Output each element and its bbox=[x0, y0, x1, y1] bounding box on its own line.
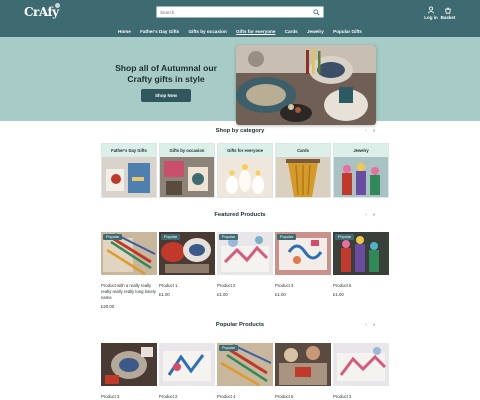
shop-now-button[interactable]: Shop Now bbox=[141, 89, 191, 102]
category-label: Cards bbox=[276, 144, 330, 157]
product-badge: Popular bbox=[161, 234, 181, 240]
nav-jewelry[interactable]: Jewelry bbox=[307, 26, 324, 37]
product-image: Popular bbox=[275, 232, 331, 275]
user-icon bbox=[427, 6, 435, 14]
product-name[interactable]: Product 4 bbox=[217, 394, 273, 400]
product-image bbox=[101, 343, 157, 386]
product-badge: Popular bbox=[335, 234, 355, 240]
prev-arrow-icon[interactable]: ‹ bbox=[362, 128, 370, 134]
nav-popular-gifts[interactable]: Popular Gifts bbox=[333, 26, 362, 37]
category-card-cards[interactable]: Cards bbox=[275, 143, 331, 198]
category-label: Gifts by occasion bbox=[160, 144, 214, 157]
next-arrow-icon[interactable]: › bbox=[370, 212, 378, 218]
product-price: £1.00 bbox=[159, 292, 170, 297]
hero-image bbox=[236, 45, 376, 125]
product-image: Popular bbox=[101, 232, 157, 275]
prev-arrow-icon[interactable]: ‹ bbox=[362, 212, 370, 218]
basket-icon bbox=[445, 7, 451, 14]
category-card-fathers-day[interactable]: Father's Day Gifts bbox=[101, 143, 157, 198]
category-image bbox=[334, 157, 388, 197]
featured-product-card[interactable]: Popular Product 1 £1.00 bbox=[159, 232, 215, 298]
product-image: Popular bbox=[217, 232, 273, 275]
next-arrow-icon[interactable]: › bbox=[370, 128, 378, 134]
category-label: Jewelry bbox=[334, 144, 388, 157]
product-badge: Popular bbox=[219, 234, 239, 240]
featured-product-card[interactable]: Popular Product 2 £1.00 bbox=[217, 232, 273, 298]
product-price: £1.00 bbox=[275, 292, 286, 297]
product-name[interactable]: Product 3 bbox=[101, 394, 157, 400]
nav-home[interactable]: Home bbox=[118, 26, 131, 37]
search-bar bbox=[156, 6, 324, 18]
login-label: Log in bbox=[424, 15, 438, 20]
product-image bbox=[275, 343, 331, 386]
product-image: Popular bbox=[217, 343, 273, 386]
category-carousel-controls: ‹ › bbox=[362, 128, 380, 135]
product-price: £1.00 bbox=[333, 292, 344, 297]
popular-product-card[interactable]: Product 2 bbox=[159, 343, 215, 400]
popular-product-card[interactable]: Popular Product 4 bbox=[217, 343, 273, 400]
category-section-title: Shop by category bbox=[215, 128, 265, 134]
product-name[interactable]: Product with a really really really real… bbox=[101, 283, 157, 301]
product-name[interactable]: Product 3 bbox=[275, 283, 331, 289]
search-icon[interactable] bbox=[313, 9, 320, 16]
product-badge: Popular bbox=[277, 234, 297, 240]
basket-button[interactable]: Basket bbox=[439, 6, 457, 22]
product-name[interactable]: Product 2 bbox=[333, 394, 389, 400]
category-image bbox=[160, 157, 214, 197]
category-image bbox=[102, 157, 156, 197]
basket-label: Basket bbox=[440, 15, 456, 20]
product-price: £1.00 bbox=[217, 292, 228, 297]
popular-product-card[interactable]: Product 3 bbox=[101, 343, 157, 400]
category-image bbox=[218, 157, 272, 197]
category-label: Gifts for everyone bbox=[218, 144, 272, 157]
category-image bbox=[276, 157, 330, 197]
logo-text: CrAfy bbox=[24, 5, 59, 19]
product-name[interactable]: Product 6 bbox=[333, 283, 389, 289]
featured-product-card[interactable]: Popular Product 3 £1.00 bbox=[275, 232, 331, 298]
site-header: CrAfy Log in Basket Home Father's Day Gi… bbox=[0, 0, 480, 37]
category-label: Father's Day Gifts bbox=[102, 144, 156, 157]
logo-dot bbox=[55, 3, 60, 8]
featured-product-card[interactable]: Popular Product 6 £1.00 bbox=[333, 232, 389, 298]
popular-carousel-controls: ‹ › bbox=[362, 322, 380, 329]
search-input[interactable] bbox=[160, 8, 310, 17]
product-image: Popular bbox=[333, 232, 389, 275]
popular-product-card[interactable]: Product 2 bbox=[333, 343, 389, 400]
next-arrow-icon[interactable]: › bbox=[370, 322, 378, 328]
main-nav: Home Father's Day Gifts Gifts by occasio… bbox=[0, 26, 480, 37]
product-name[interactable]: Product 1 bbox=[159, 283, 215, 289]
nav-gifts-by-occasion[interactable]: Gifts by occasion bbox=[188, 26, 226, 37]
featured-product-card[interactable]: Popular Product with a really really rea… bbox=[101, 232, 157, 310]
product-name[interactable]: Product 5 bbox=[275, 394, 331, 400]
product-image bbox=[333, 343, 389, 386]
product-image: Popular bbox=[159, 232, 215, 275]
product-name[interactable]: Product 2 bbox=[217, 283, 273, 289]
featured-section-title: Featured Products bbox=[214, 212, 266, 218]
prev-arrow-icon[interactable]: ‹ bbox=[362, 322, 370, 328]
product-badge: Popular bbox=[219, 345, 239, 351]
site-logo[interactable]: CrAfy bbox=[24, 3, 60, 19]
nav-fathers-day-gifts[interactable]: Father's Day Gifts bbox=[140, 26, 179, 37]
product-price: £20.00 bbox=[101, 304, 115, 309]
popular-product-card[interactable]: Product 5 bbox=[275, 343, 331, 400]
product-badge: Popular bbox=[103, 234, 123, 240]
popular-section-title: Popular Products bbox=[215, 322, 265, 328]
product-image bbox=[159, 343, 215, 386]
nav-cards[interactable]: Cards bbox=[285, 26, 298, 37]
category-card-jewelry[interactable]: Jewelry bbox=[333, 143, 389, 198]
featured-carousel-controls: ‹ › bbox=[362, 212, 380, 219]
login-button[interactable]: Log in bbox=[422, 6, 440, 22]
category-card-gifts-by-occasion[interactable]: Gifts by occasion bbox=[159, 143, 215, 198]
product-name[interactable]: Product 2 bbox=[159, 394, 215, 400]
category-card-gifts-for-everyone[interactable]: Gifts for everyone bbox=[217, 143, 273, 198]
hero-title: Shop all of Autumnal our Crafty gifts in… bbox=[115, 63, 217, 84]
nav-gifts-for-everyone[interactable]: Gifts for everyone bbox=[236, 26, 275, 37]
